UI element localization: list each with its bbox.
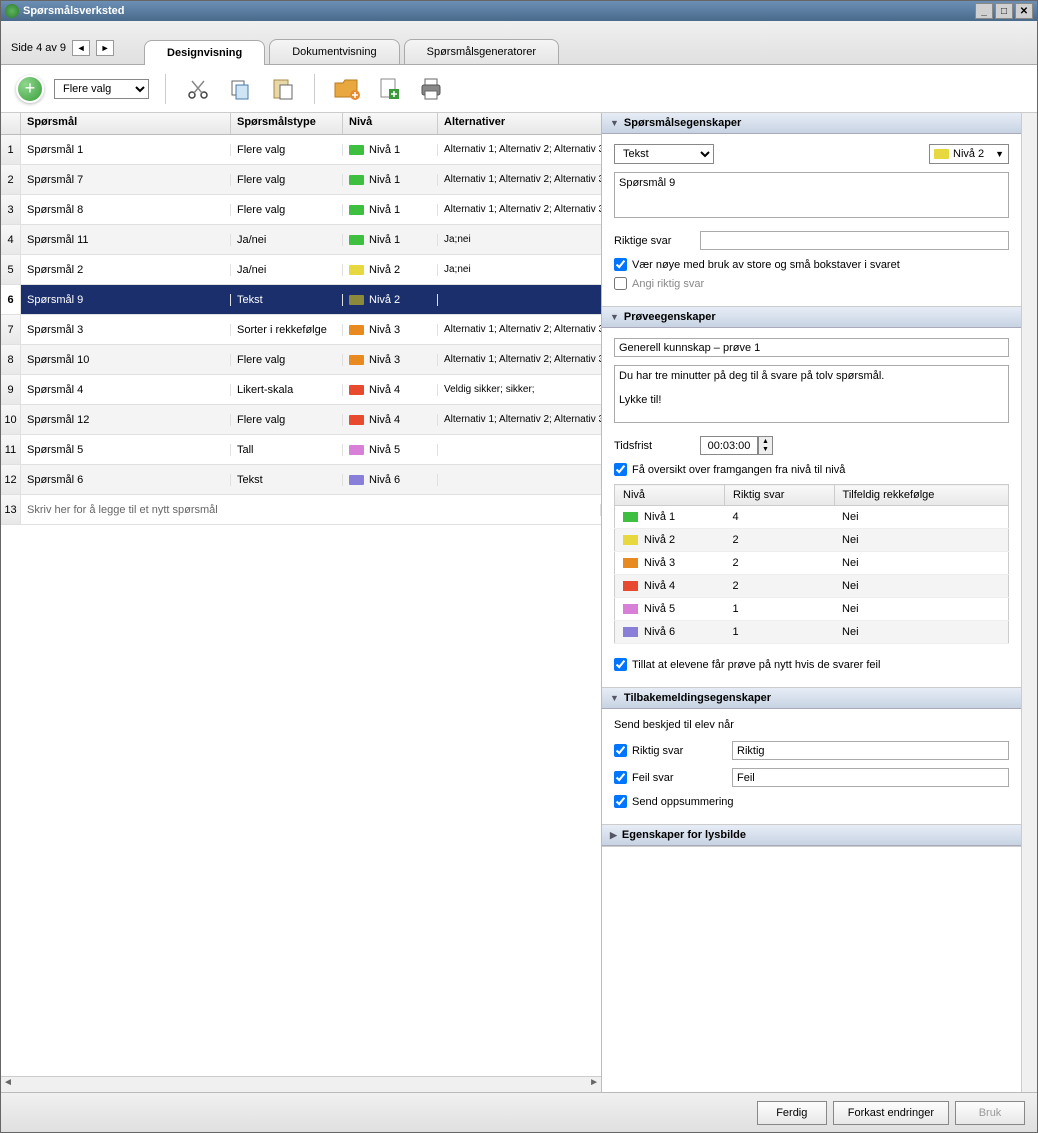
send-message-label: Send beskjed til elev når (614, 719, 1009, 731)
vertical-scrollbar[interactable] (1021, 113, 1037, 1092)
correct-answer-label: Riktige svar (614, 235, 692, 247)
question-text-input[interactable]: Spørsmål 9 (614, 172, 1009, 218)
next-page-button[interactable]: ► (96, 40, 114, 56)
minimize-button[interactable]: _ (975, 3, 993, 19)
tab-1[interactable]: Dokumentvisning (269, 39, 399, 64)
button-bar: Ferdig Forkast endringer Bruk (1, 1092, 1037, 1132)
case-sensitive-checkbox[interactable]: Vær nøye med bruk av store og små boksta… (614, 258, 1009, 271)
wrong-feedback-checkbox[interactable]: Feil svar (614, 771, 724, 784)
tab-0[interactable]: Designvisning (144, 40, 265, 65)
done-button[interactable]: Ferdig (757, 1101, 827, 1125)
app-icon (5, 4, 19, 18)
test-description-input[interactable] (614, 365, 1009, 423)
level-row[interactable]: Nivå 42Nei (615, 575, 1009, 598)
test-title-input[interactable] (614, 338, 1009, 357)
table-row[interactable]: 10 Spørsmål 12 Flere valg Nivå 4 Alterna… (1, 405, 601, 435)
close-button[interactable]: ✕ (1015, 3, 1033, 19)
question-grid: Spørsmål Spørsmålstype Nivå Alternativer… (1, 113, 601, 1092)
time-limit-label: Tidsfrist (614, 440, 692, 452)
apply-button[interactable]: Bruk (955, 1101, 1025, 1125)
topbar: Side 4 av 9 ◄ ► DesignvisningDokumentvis… (1, 21, 1037, 65)
export-icon[interactable] (373, 73, 405, 105)
discard-button[interactable]: Forkast endringer (833, 1101, 949, 1125)
table-row[interactable]: 7 Spørsmål 3 Sorter i rekkefølge Nivå 3 … (1, 315, 601, 345)
feedback-properties-header[interactable]: ▼Tilbakemeldingsegenskaper (602, 688, 1021, 709)
correct-feedback-checkbox[interactable]: Riktig svar (614, 744, 724, 757)
tab-2[interactable]: Spørsmålsgeneratorer (404, 39, 559, 64)
col-level[interactable]: Nivå (343, 113, 438, 134)
level-row[interactable]: Nivå 22Nei (615, 529, 1009, 552)
add-button[interactable]: + (16, 75, 44, 103)
titlebar: Spørsmålsverksted _ □ ✕ (1, 1, 1037, 21)
question-level-dropdown[interactable]: Nivå 2 ▼ (929, 144, 1009, 164)
levels-table: Nivå Riktig svar Tilfeldig rekkefølge Ni… (614, 484, 1009, 644)
test-properties-header[interactable]: ▼Prøveegenskaper (602, 307, 1021, 328)
table-row[interactable]: 1 Spørsmål 1 Flere valg Nivå 1 Alternati… (1, 135, 601, 165)
table-row[interactable]: 2 Spørsmål 7 Flere valg Nivå 1 Alternati… (1, 165, 601, 195)
paste-icon[interactable] (266, 73, 298, 105)
table-row[interactable]: 6 Spørsmål 9 Tekst Nivå 2 (1, 285, 601, 315)
maximize-button[interactable]: □ (995, 3, 1013, 19)
cut-icon[interactable] (182, 73, 214, 105)
level-row[interactable]: Nivå 51Nei (615, 598, 1009, 621)
time-limit-spinner[interactable]: ▲▼ (700, 436, 773, 455)
properties-pane: ▼Spørsmålsegenskaper Tekst Nivå 2 ▼ Spør… (601, 113, 1021, 1092)
grid-header: Spørsmål Spørsmålstype Nivå Alternativer (1, 113, 601, 135)
col-type[interactable]: Spørsmålstype (231, 113, 343, 134)
print-icon[interactable] (415, 73, 447, 105)
retry-checkbox[interactable]: Tillat at elevene får prøve på nytt hvis… (614, 658, 1009, 671)
table-row[interactable]: 4 Spørsmål 11 Ja/nei Nivå 1 Ja;nei (1, 225, 601, 255)
window-title: Spørsmålsverksted (23, 5, 125, 17)
table-row[interactable]: 12 Spørsmål 6 Tekst Nivå 6 (1, 465, 601, 495)
correct-feedback-input[interactable] (732, 741, 1009, 760)
progress-checkbox[interactable]: Få oversikt over framgangen fra nivå til… (614, 463, 1009, 476)
folder-icon[interactable] (331, 73, 363, 105)
prev-page-button[interactable]: ◄ (72, 40, 90, 56)
horizontal-scrollbar[interactable] (1, 1076, 601, 1092)
level-row[interactable]: Nivå 14Nei (615, 506, 1009, 529)
slide-properties-header[interactable]: ▶Egenskaper for lysbilde (602, 825, 1021, 846)
tabs: DesignvisningDokumentvisningSpørsmålsgen… (144, 39, 563, 64)
table-row[interactable]: 9 Spørsmål 4 Likert-skala Nivå 4 Veldig … (1, 375, 601, 405)
question-type-select[interactable]: Flere valg (54, 79, 149, 99)
level-row[interactable]: Nivå 32Nei (615, 552, 1009, 575)
level-row[interactable]: Nivå 61Nei (615, 621, 1009, 644)
table-row[interactable]: 11 Spørsmål 5 Tall Nivå 5 (1, 435, 601, 465)
toolbar: + Flere valg (1, 65, 1037, 113)
set-correct-checkbox[interactable]: Angi riktig svar (614, 277, 1009, 290)
summary-checkbox[interactable]: Send oppsummering (614, 795, 1009, 808)
wrong-feedback-input[interactable] (732, 768, 1009, 787)
correct-answer-input[interactable] (700, 231, 1009, 250)
copy-icon[interactable] (224, 73, 256, 105)
col-question[interactable]: Spørsmål (21, 113, 231, 134)
question-type-dropdown[interactable]: Tekst (614, 144, 714, 164)
col-alternatives[interactable]: Alternativer (438, 113, 601, 134)
page-label: Side 4 av 9 (11, 42, 66, 54)
question-properties-header[interactable]: ▼Spørsmålsegenskaper (602, 113, 1021, 134)
table-row[interactable]: 5 Spørsmål 2 Ja/nei Nivå 2 Ja;nei (1, 255, 601, 285)
add-row[interactable]: 13Skriv her for å legge til et nytt spør… (1, 495, 601, 525)
table-row[interactable]: 8 Spørsmål 10 Flere valg Nivå 3 Alternat… (1, 345, 601, 375)
table-row[interactable]: 3 Spørsmål 8 Flere valg Nivå 1 Alternati… (1, 195, 601, 225)
